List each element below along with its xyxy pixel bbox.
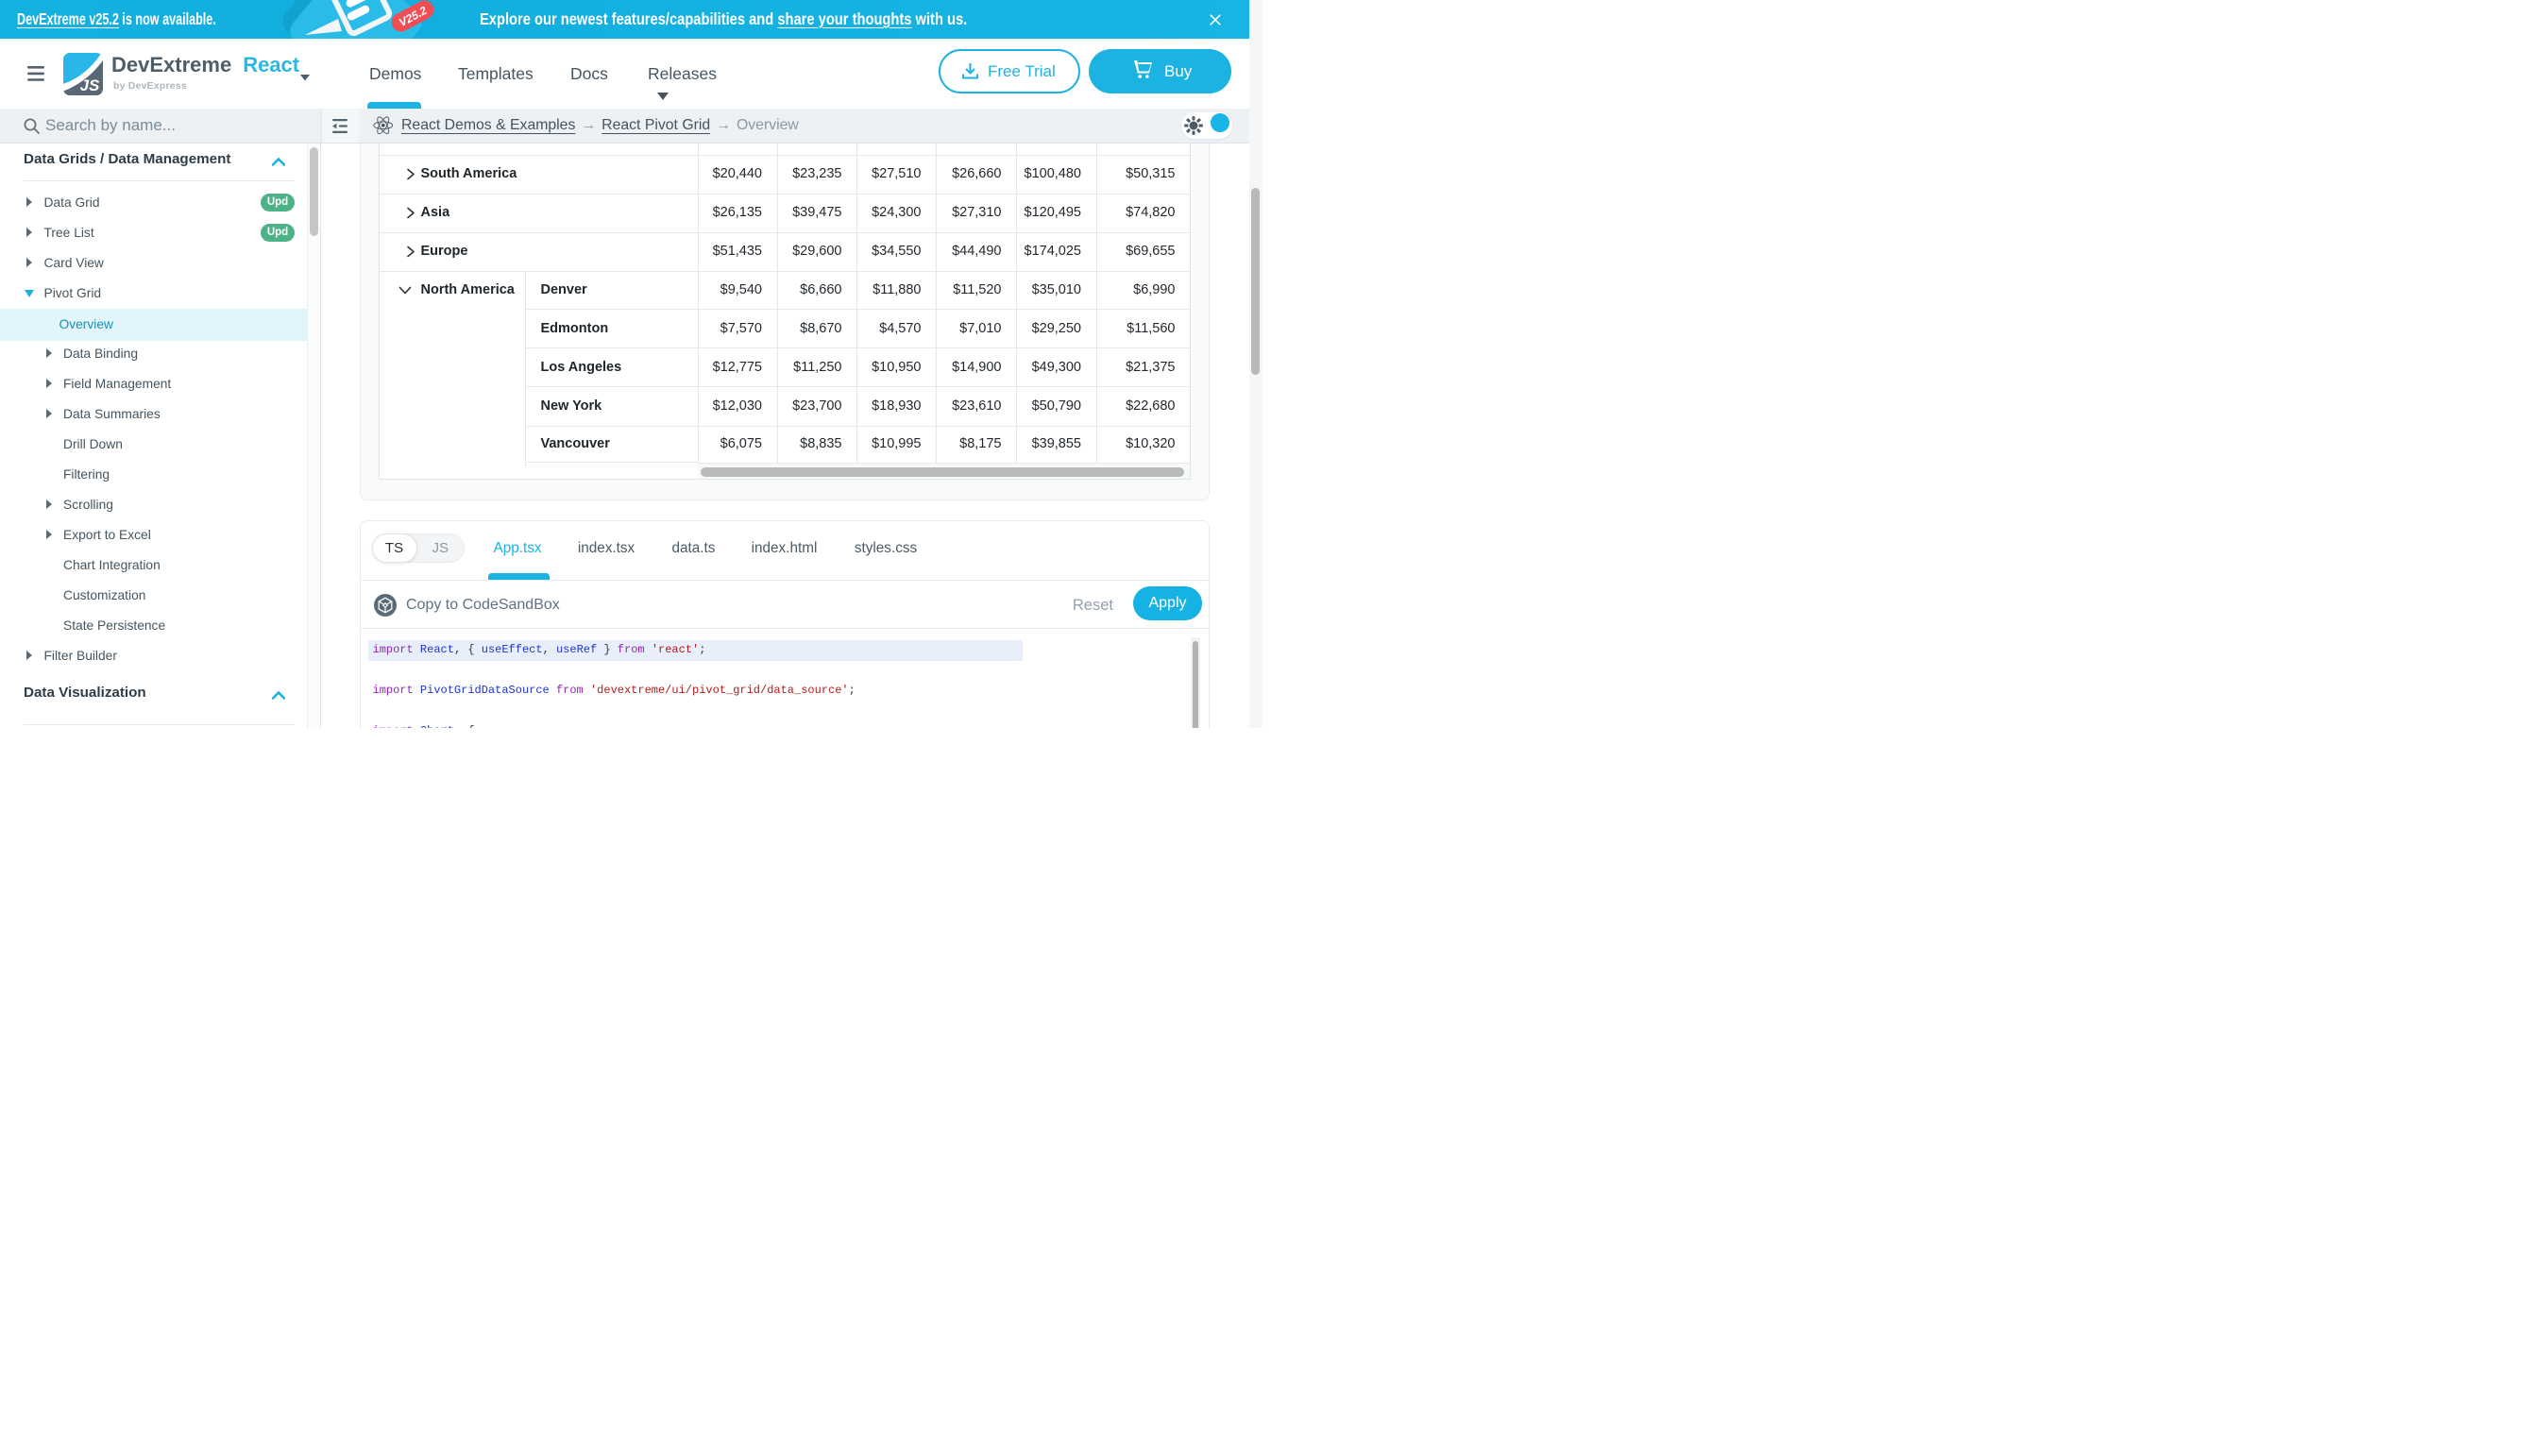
svg-text:JS: JS (80, 76, 100, 94)
